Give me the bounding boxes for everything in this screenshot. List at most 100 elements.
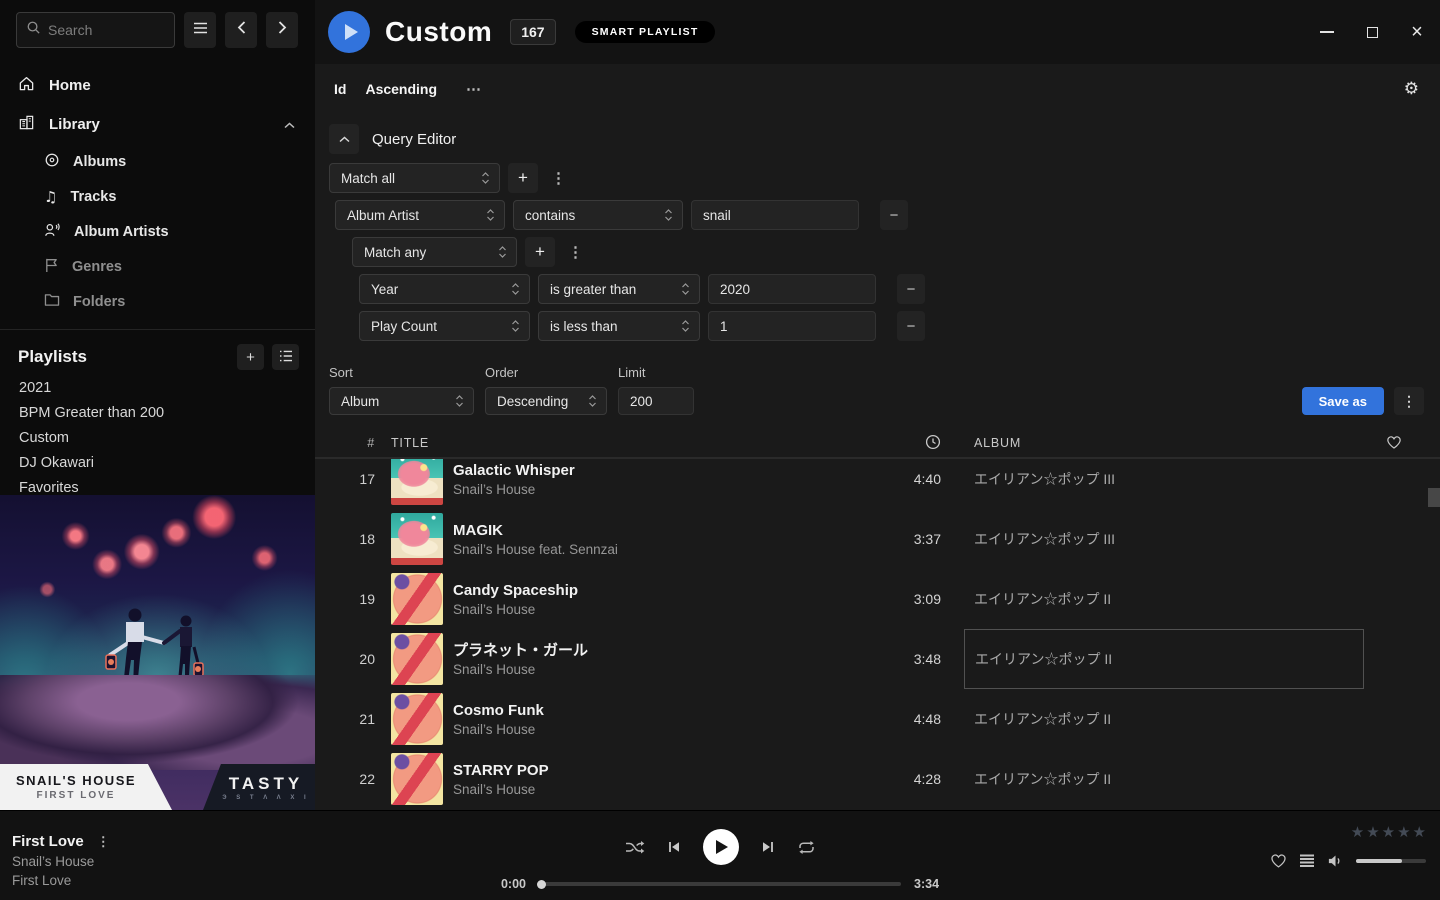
column-duration[interactable] xyxy=(851,434,941,453)
track-artist[interactable]: Snail’s House xyxy=(453,602,851,617)
sort-select[interactable]: Album xyxy=(329,387,474,415)
nav-forward-button[interactable] xyxy=(266,12,298,48)
track-album[interactable]: エイリアン☆ポップ II xyxy=(964,569,1364,629)
sort-field-button[interactable]: Id xyxy=(334,81,346,97)
remove-rule-button[interactable]: − xyxy=(880,200,908,230)
track-title[interactable]: Candy Spaceship xyxy=(453,581,851,600)
track-title[interactable]: STARRY POP xyxy=(453,761,851,780)
track-album[interactable]: エイリアン☆ポップ III xyxy=(964,459,1364,509)
sidebar-item-tracks[interactable]: ♫ Tracks xyxy=(0,179,315,214)
star-icon[interactable]: ★ xyxy=(1351,823,1364,841)
repeat-button[interactable] xyxy=(797,840,816,855)
match-type-select[interactable]: Match any xyxy=(352,237,517,267)
album-art-thumbnail[interactable] xyxy=(391,513,443,565)
sidebar-item-album-artists[interactable]: Album Artists xyxy=(0,214,315,249)
track-artist[interactable]: Snail’s House xyxy=(453,662,851,677)
search-box[interactable] xyxy=(16,12,175,48)
track-row[interactable]: 19 Candy Spaceship Snail’s House 3:09 エイ… xyxy=(315,569,1440,629)
shuffle-button[interactable] xyxy=(625,840,645,855)
track-title[interactable]: Galactic Whisper xyxy=(453,461,851,480)
track-artist[interactable]: Snail’s House xyxy=(453,722,851,737)
limit-input[interactable] xyxy=(618,387,694,415)
star-icon[interactable]: ★ xyxy=(1397,823,1410,841)
track-row[interactable]: 20 プラネット・ガール Snail’s House 3:48 エイリアン☆ポッ… xyxy=(315,629,1440,689)
track-row[interactable]: 21 Cosmo Funk Snail’s House 4:48 エイリアン☆ポ… xyxy=(315,689,1440,749)
add-rule-button[interactable]: + xyxy=(525,237,555,267)
track-row[interactable]: 17 Galactic Whisper Snail’s House 4:40 エ… xyxy=(315,459,1440,509)
match-type-select[interactable]: Match all xyxy=(329,163,500,193)
track-row[interactable]: 22 STARRY POP Snail’s House 4:28 エイリアン☆ポ… xyxy=(315,749,1440,809)
remove-rule-button[interactable]: − xyxy=(897,274,925,304)
rule-value-input[interactable] xyxy=(708,311,876,341)
rule-value-input[interactable] xyxy=(708,274,876,304)
rule-field-select[interactable]: Year xyxy=(359,274,530,304)
sidebar-item-home[interactable]: Home xyxy=(0,66,315,105)
playlist-item-dj-okawari[interactable]: DJ Okawari xyxy=(0,451,315,476)
collapse-query-editor-button[interactable] xyxy=(329,124,359,154)
track-album[interactable]: エイリアン☆ポップ III xyxy=(964,509,1364,569)
rule-field-select[interactable]: Play Count xyxy=(359,311,530,341)
sidebar-item-folders[interactable]: Folders xyxy=(0,284,315,319)
seek-bar[interactable] xyxy=(539,882,901,886)
rule-operator-select[interactable]: is less than xyxy=(538,311,700,341)
star-icon[interactable]: ★ xyxy=(1382,823,1395,841)
add-rule-button[interactable]: + xyxy=(508,163,538,193)
maximize-button[interactable] xyxy=(1364,24,1380,40)
now-playing-options-button[interactable]: ⋮ xyxy=(97,834,110,850)
sidebar-item-genres[interactable]: Genres xyxy=(0,249,315,284)
scrollbar-thumb[interactable] xyxy=(1428,488,1440,507)
order-select[interactable]: Descending xyxy=(485,387,607,415)
now-playing-title[interactable]: First Love xyxy=(12,833,84,850)
queue-icon[interactable] xyxy=(1299,854,1315,868)
chevron-up-icon[interactable] xyxy=(284,116,295,133)
group-options-button[interactable]: ⋮ xyxy=(546,169,571,187)
previous-track-button[interactable] xyxy=(667,840,681,854)
nav-back-button[interactable] xyxy=(225,12,257,48)
playlist-options-button[interactable] xyxy=(272,344,299,370)
favorite-button[interactable] xyxy=(1270,853,1287,868)
album-art-thumbnail[interactable] xyxy=(391,459,443,505)
add-playlist-button[interactable]: + xyxy=(237,344,264,370)
album-art-thumbnail[interactable] xyxy=(391,753,443,805)
playlist-item-bpm[interactable]: BPM Greater than 200 xyxy=(0,401,315,426)
column-album[interactable]: ALBUM xyxy=(964,436,1364,450)
column-index[interactable]: # xyxy=(339,436,375,450)
rule-operator-select[interactable]: contains xyxy=(513,200,683,230)
now-playing-artist[interactable]: Snail’s House xyxy=(12,854,110,869)
album-art-thumbnail[interactable] xyxy=(391,633,443,685)
save-as-button[interactable]: Save as xyxy=(1302,387,1384,415)
track-artist[interactable]: Snail’s House xyxy=(453,782,851,797)
star-icon[interactable]: ★ xyxy=(1366,823,1379,841)
sort-order-button[interactable]: Ascending xyxy=(365,81,437,97)
play-pause-button[interactable] xyxy=(703,829,739,865)
track-title[interactable]: MAGIK xyxy=(453,521,851,540)
track-title[interactable]: プラネット・ガール xyxy=(453,641,851,660)
column-title[interactable]: TITLE xyxy=(375,436,851,450)
star-icon[interactable]: ★ xyxy=(1413,823,1426,841)
column-favorite[interactable] xyxy=(1364,435,1424,452)
track-album[interactable]: エイリアン☆ポップ II xyxy=(964,629,1364,689)
next-track-button[interactable] xyxy=(761,840,775,854)
track-album[interactable]: エイリアン☆ポップ II xyxy=(964,749,1364,809)
playlist-item-custom[interactable]: Custom xyxy=(0,426,315,451)
remove-rule-button[interactable]: − xyxy=(897,311,925,341)
search-input[interactable] xyxy=(48,22,158,38)
album-art-thumbnail[interactable] xyxy=(391,693,443,745)
seek-bar-knob[interactable] xyxy=(537,880,546,889)
track-artist[interactable]: Snail’s House xyxy=(453,482,851,497)
toolbar-more-button[interactable]: ⋯ xyxy=(466,80,482,98)
now-playing-album[interactable]: First Love xyxy=(12,873,110,888)
track-row[interactable]: 18 MAGIK Snail’s House feat. Sennzai 3:3… xyxy=(315,509,1440,569)
minimize-button[interactable] xyxy=(1319,24,1335,40)
gear-icon[interactable]: ⚙ xyxy=(1404,79,1419,99)
save-options-button[interactable]: ⋮ xyxy=(1394,387,1424,415)
album-art-thumbnail[interactable] xyxy=(391,573,443,625)
menu-button[interactable] xyxy=(184,12,216,48)
group-options-button[interactable]: ⋮ xyxy=(563,243,588,261)
volume-slider[interactable] xyxy=(1356,859,1426,863)
rule-operator-select[interactable]: is greater than xyxy=(538,274,700,304)
sidebar-item-library[interactable]: Library xyxy=(0,105,315,144)
rule-value-input[interactable] xyxy=(691,200,859,230)
now-playing-album-art[interactable]: SNAIL'S HOUSE FIRST LOVE TASTY Э S T Λ Λ… xyxy=(0,495,315,810)
sidebar-item-albums[interactable]: Albums xyxy=(0,144,315,179)
